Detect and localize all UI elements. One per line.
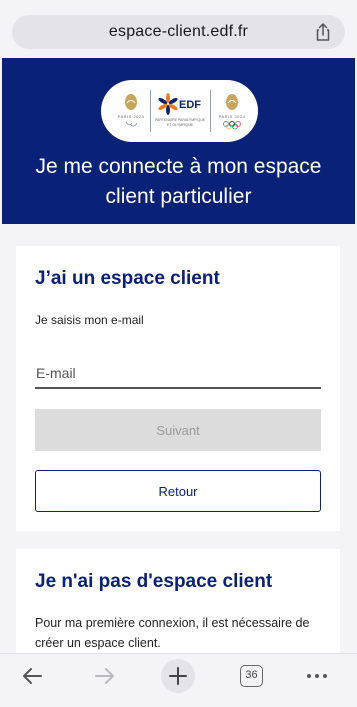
arrow-right-icon[interactable] bbox=[93, 662, 117, 690]
edf-logo-caption: PARTENAIRE PARALYMPIQUE ET OLYMPIQUE bbox=[154, 118, 206, 127]
paris-right-caption: PARIS 2024 bbox=[218, 114, 246, 119]
paris-olympic-logo bbox=[223, 94, 241, 130]
next-button[interactable]: Suivant bbox=[35, 409, 321, 451]
signup-card-title: Je n'ai pas d'espace client bbox=[35, 571, 273, 592]
paris-left-caption: PARIS 2024 bbox=[117, 114, 145, 119]
share-icon[interactable] bbox=[313, 22, 333, 42]
paris-paralympic-logo bbox=[125, 94, 138, 127]
plus-icon bbox=[169, 667, 187, 685]
more-icon[interactable] bbox=[305, 662, 329, 690]
hero-banner: PARIS 2024 EDF PARTENAIRE PARALYMPIQUE E… bbox=[2, 58, 355, 224]
arrow-left-icon[interactable] bbox=[20, 662, 44, 690]
logo-divider bbox=[150, 90, 151, 132]
signup-card: Je n'ai pas d'espace client Pour ma prem… bbox=[16, 549, 340, 659]
signup-card-text: Pour ma première connexion, il est néces… bbox=[35, 616, 310, 650]
login-card-title: J’ai un espace client bbox=[35, 268, 220, 289]
email-intro-text: Je saisis mon e-mail bbox=[35, 313, 144, 327]
logo-divider bbox=[210, 90, 211, 132]
url-text[interactable]: espace-client.edf.fr bbox=[12, 23, 345, 41]
address-bar[interactable]: espace-client.edf.fr bbox=[12, 15, 345, 49]
login-card: J’ai un espace client Je saisis mon e-ma… bbox=[16, 246, 340, 531]
back-button[interactable]: Retour bbox=[35, 470, 321, 512]
new-tab-button[interactable] bbox=[161, 659, 195, 693]
tabs-icon[interactable]: 36 bbox=[240, 665, 263, 687]
partner-logos: PARIS 2024 EDF PARTENAIRE PARALYMPIQUE E… bbox=[101, 80, 258, 142]
edf-logo-word: EDF bbox=[179, 99, 201, 111]
browser-top-bar: espace-client.edf.fr bbox=[0, 0, 357, 58]
email-input[interactable] bbox=[35, 359, 321, 389]
edf-flower-icon bbox=[158, 93, 178, 115]
browser-bottom-bar: 36 bbox=[0, 653, 357, 707]
page-title: Je me connecte à mon espace client parti… bbox=[35, 155, 322, 208]
